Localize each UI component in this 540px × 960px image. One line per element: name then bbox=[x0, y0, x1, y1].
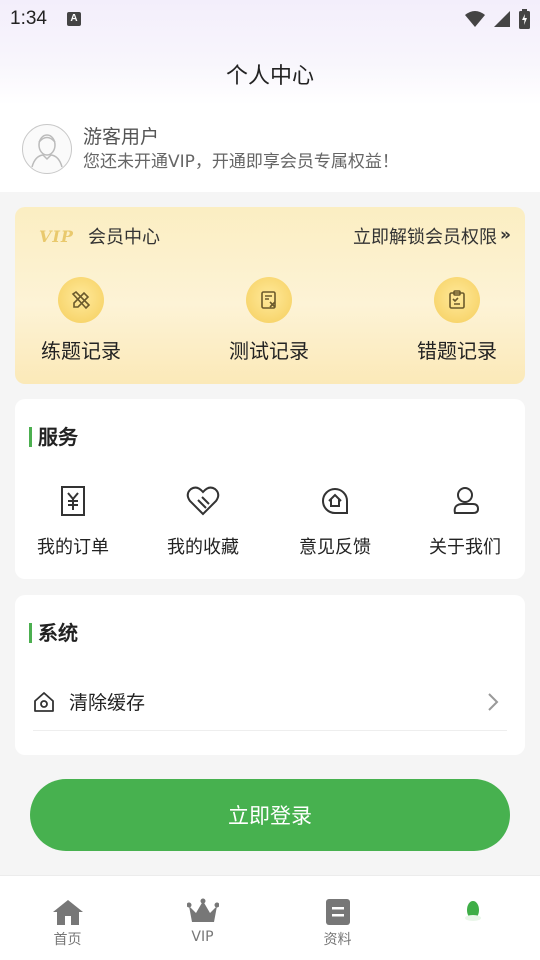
yuan-receipt-icon bbox=[55, 483, 91, 519]
signal-icon bbox=[494, 11, 510, 27]
service-label: 我的收藏 bbox=[167, 537, 239, 558]
avatar[interactable] bbox=[22, 123, 72, 174]
services-card: 服务 我的订单 我的收藏 意见反馈 关于我们 bbox=[15, 399, 525, 579]
user-name: 游客用户 bbox=[83, 125, 160, 148]
crown-icon bbox=[186, 898, 219, 922]
vip-center-label: 会员中心 bbox=[88, 227, 160, 248]
tab-profile[interactable] bbox=[405, 876, 540, 960]
home-icon bbox=[52, 900, 83, 925]
tab-home[interactable]: 首页 bbox=[0, 876, 135, 960]
vip-item-label: 错题记录 bbox=[417, 339, 497, 363]
service-about-us[interactable]: 关于我们 bbox=[405, 483, 525, 559]
system-card: 系统 清除缓存 bbox=[15, 595, 525, 755]
heart-icon bbox=[185, 483, 221, 519]
user-info: 游客用户 您还未开通VIP，开通即享会员专属权益！ bbox=[83, 124, 399, 174]
status-time: 1:34 bbox=[10, 8, 47, 29]
user-card[interactable]: 游客用户 您还未开通VIP，开通即享会员专属权益！ bbox=[0, 105, 540, 192]
service-label: 我的订单 bbox=[37, 537, 109, 558]
double-chevron-right-icon[interactable]: » bbox=[500, 225, 511, 245]
battery-icon bbox=[519, 9, 530, 29]
system-title: 系统 bbox=[29, 623, 78, 643]
chevron-right-icon bbox=[488, 692, 499, 711]
notification-icon: A bbox=[66, 12, 81, 26]
wifi-icon bbox=[465, 11, 485, 27]
vip-badge: VIP bbox=[39, 227, 74, 246]
pencil-ruler-icon bbox=[58, 277, 104, 323]
tab-label: VIP bbox=[191, 929, 214, 945]
bottom-tab-bar: 首页 VIP 资料 bbox=[0, 875, 540, 960]
vip-unlock-link[interactable]: 立即解锁会员权限 bbox=[353, 223, 497, 249]
vip-item-label: 练题记录 bbox=[41, 339, 121, 363]
tab-label: 资料 bbox=[323, 932, 352, 948]
vip-item-wrong-record[interactable]: 错题记录 bbox=[397, 277, 517, 364]
clipboard-x-icon bbox=[434, 277, 480, 323]
user-subtitle: 您还未开通VIP，开通即享会员专属权益！ bbox=[83, 151, 399, 172]
vip-item-practice-record[interactable]: 练题记录 bbox=[21, 277, 141, 364]
page-title: 个人中心 bbox=[225, 64, 314, 89]
service-feedback[interactable]: 意见反馈 bbox=[275, 483, 395, 559]
clear-cache-row[interactable]: 清除缓存 bbox=[33, 673, 507, 731]
tab-vip[interactable]: VIP bbox=[135, 876, 270, 960]
login-button[interactable]: 立即登录 bbox=[30, 779, 510, 851]
tab-materials[interactable]: 资料 bbox=[270, 876, 405, 960]
service-label: 意见反馈 bbox=[299, 537, 371, 558]
vip-item-test-record[interactable]: 测试记录 bbox=[209, 277, 329, 364]
home-icon bbox=[34, 691, 54, 712]
feedback-icon bbox=[317, 483, 353, 519]
user-avatar-icon bbox=[31, 133, 63, 167]
status-icons bbox=[465, 9, 530, 29]
service-my-favorites[interactable]: 我的收藏 bbox=[143, 483, 263, 559]
service-label: 关于我们 bbox=[429, 537, 501, 558]
clear-cache-label: 清除缓存 bbox=[69, 692, 146, 714]
info-icon bbox=[447, 483, 483, 519]
tab-label: 首页 bbox=[53, 932, 82, 948]
document-icon bbox=[325, 899, 350, 925]
profile-icon bbox=[464, 901, 481, 921]
status-bar: 1:34 A bbox=[0, 0, 540, 38]
vip-card: VIP 会员中心 立即解锁会员权限 » 练题记录 测试记录 错题记录 bbox=[15, 207, 525, 384]
service-my-orders[interactable]: 我的订单 bbox=[13, 483, 133, 559]
vip-item-label: 测试记录 bbox=[229, 339, 309, 363]
test-paper-icon bbox=[246, 277, 292, 323]
services-title: 服务 bbox=[29, 427, 78, 447]
